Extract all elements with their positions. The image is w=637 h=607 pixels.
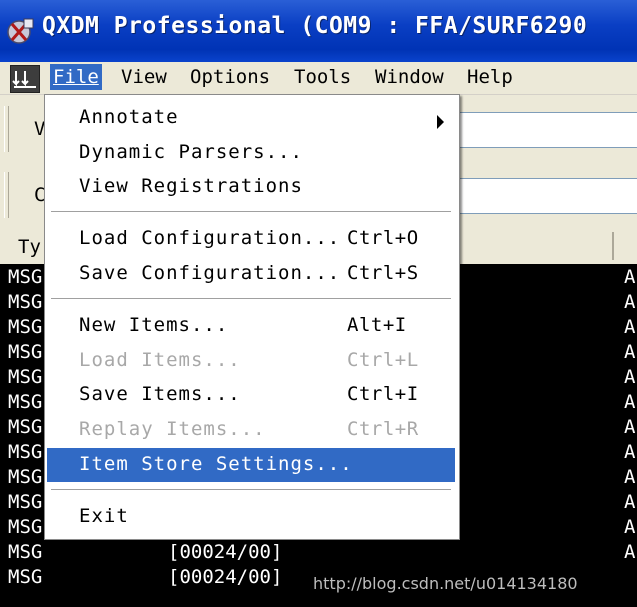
menu-item-save-items[interactable]: Save Items... Ctrl+I xyxy=(47,378,455,412)
row-type: MSG xyxy=(8,516,43,538)
menu-item-label: Exit xyxy=(79,505,129,527)
menu-view[interactable]: View xyxy=(118,64,170,90)
title-bar: QXDM Professional (COM9 : FFA/SURF6290 xyxy=(0,0,637,62)
menu-file[interactable]: File xyxy=(50,64,102,90)
menu-window[interactable]: Window xyxy=(372,64,447,90)
menu-item-new-items[interactable]: New Items... Alt+I xyxy=(47,309,455,343)
menu-item-save-configuration[interactable]: Save Configuration... Ctrl+S xyxy=(47,257,455,291)
menu-item-label: Load Configuration... xyxy=(79,227,341,249)
table-row[interactable]: MSG [00024/00] A xyxy=(0,541,637,566)
row-type: MSG xyxy=(8,566,43,588)
watermark-text: http://blog.csdn.net/u014134180 xyxy=(313,574,578,593)
row-type: MSG xyxy=(8,366,43,388)
toolbar1-input[interactable] xyxy=(458,112,637,148)
menu-options-label: Options xyxy=(190,66,271,88)
menu-item-annotate[interactable]: Annotate xyxy=(47,101,455,135)
menu-help[interactable]: Help xyxy=(464,64,516,90)
menu-options[interactable]: Options xyxy=(187,64,273,90)
menu-tools[interactable]: Tools xyxy=(291,64,354,90)
file-menu-dropdown: Annotate Dynamic Parsers... View Registr… xyxy=(44,94,460,540)
row-type: MSG xyxy=(8,541,43,563)
menu-file-label: File xyxy=(53,66,99,88)
row-tail: A xyxy=(624,341,636,363)
row-type: MSG xyxy=(8,291,43,313)
row-tail: A xyxy=(624,441,636,463)
menu-item-shortcut: Ctrl+R xyxy=(347,418,419,440)
menu-item-dynamic-parsers[interactable]: Dynamic Parsers... xyxy=(47,136,455,170)
row-tail: A xyxy=(624,391,636,413)
row-type: MSG xyxy=(8,466,43,488)
system-menu-icon[interactable] xyxy=(10,65,40,93)
submenu-arrow-icon xyxy=(437,115,444,129)
menu-bar: File View Options Tools Window Help xyxy=(0,62,637,95)
row-tail: A xyxy=(624,316,636,338)
menu-item-label: Replay Items... xyxy=(79,418,266,440)
menu-item-item-store-settings[interactable]: Item Store Settings... xyxy=(47,448,455,482)
row-type: MSG xyxy=(8,441,43,463)
row-tail: A xyxy=(624,291,636,313)
row-tail: A xyxy=(624,491,636,513)
row-type: MSG xyxy=(8,266,43,288)
menu-item-exit[interactable]: Exit xyxy=(47,500,455,534)
menu-item-replay-items: Replay Items... Ctrl+R xyxy=(47,413,455,447)
menu-item-label: Save Items... xyxy=(79,383,241,405)
menu-item-label: Save Configuration... xyxy=(79,262,341,284)
row-code: [00024/00] xyxy=(168,541,283,563)
row-tail: A xyxy=(624,516,636,538)
menu-item-label: View Registrations xyxy=(79,175,303,197)
row-tail: A xyxy=(624,266,636,288)
row-code: [00024/00] xyxy=(168,566,283,588)
menu-separator xyxy=(51,298,451,300)
row-type: MSG xyxy=(8,391,43,413)
row-tail: A xyxy=(624,541,636,563)
menu-window-label: Window xyxy=(375,66,444,88)
menu-view-label: View xyxy=(121,66,167,88)
row-tail: A xyxy=(624,466,636,488)
window-title: QXDM Professional (COM9 : FFA/SURF6290 xyxy=(42,13,588,39)
qxdm-app-icon[interactable] xyxy=(6,16,36,46)
column-divider[interactable] xyxy=(612,232,614,260)
menu-item-shortcut: Ctrl+I xyxy=(347,383,419,405)
menu-separator xyxy=(51,489,451,491)
toolbar2-input[interactable] xyxy=(458,178,637,214)
row-tail: A xyxy=(624,366,636,388)
menu-item-shortcut: Ctrl+L xyxy=(347,349,419,371)
column-header-type[interactable]: Ty xyxy=(18,236,41,258)
menu-tools-label: Tools xyxy=(294,66,352,88)
menu-help-label: Help xyxy=(467,66,513,88)
toolbar-grip[interactable] xyxy=(4,106,9,152)
menu-item-label: New Items... xyxy=(79,314,229,336)
menu-item-label: Dynamic Parsers... xyxy=(79,141,303,163)
menu-item-shortcut: Alt+I xyxy=(347,314,407,336)
menu-item-shortcut: Ctrl+O xyxy=(347,227,419,249)
row-type: MSG xyxy=(8,416,43,438)
menu-item-shortcut: Ctrl+S xyxy=(347,262,419,284)
menu-item-view-registrations[interactable]: View Registrations xyxy=(47,170,455,204)
menu-item-load-items: Load Items... Ctrl+L xyxy=(47,344,455,378)
menu-item-load-configuration[interactable]: Load Configuration... Ctrl+O xyxy=(47,222,455,256)
menu-item-label: Item Store Settings... xyxy=(79,453,353,475)
row-type: MSG xyxy=(8,341,43,363)
menu-item-label: Annotate xyxy=(79,106,179,128)
toolbar-grip[interactable] xyxy=(4,172,9,218)
row-type: MSG xyxy=(8,316,43,338)
row-type: MSG xyxy=(8,491,43,513)
row-tail: A xyxy=(624,416,636,438)
menu-separator xyxy=(51,211,451,213)
menu-item-label: Load Items... xyxy=(79,349,241,371)
